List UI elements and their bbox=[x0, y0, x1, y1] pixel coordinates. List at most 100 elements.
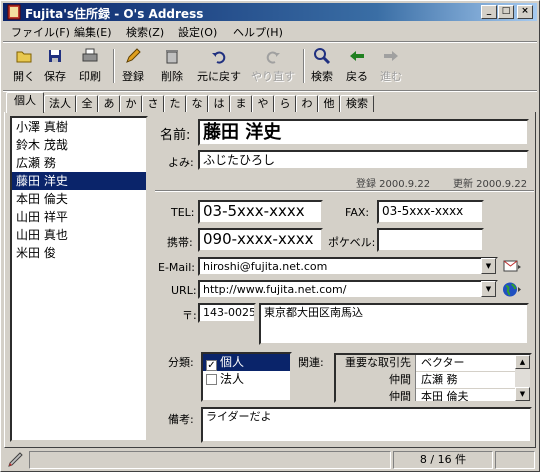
undo-button[interactable]: 元に戻す bbox=[195, 47, 243, 87]
tab-other[interactable]: 他 bbox=[318, 95, 340, 112]
menu-bar: ファイル(F) 編集(E) 検索(Z) 設定(O) ヘルプ(H) bbox=[3, 22, 537, 40]
toolbar-separator bbox=[303, 49, 305, 83]
tab-sa[interactable]: さ bbox=[142, 95, 164, 112]
tab-corporate[interactable]: 法人 bbox=[44, 95, 76, 112]
tab-ka[interactable]: か bbox=[120, 95, 142, 112]
redo-arrow-icon bbox=[266, 51, 280, 64]
category-item-personal[interactable]: ✓ 個人 bbox=[203, 354, 290, 371]
url-field[interactable]: http://www.fujita.net.com/ bbox=[198, 280, 498, 299]
tab-na[interactable]: な bbox=[186, 95, 208, 112]
open-button[interactable]: 開く bbox=[11, 47, 37, 87]
trash-icon bbox=[166, 50, 178, 64]
menu-help[interactable]: ヘルプ(H) bbox=[233, 24, 283, 40]
list-item-selected[interactable]: 藤田 洋史 bbox=[12, 172, 146, 190]
address-book-icon bbox=[7, 4, 21, 20]
back-arrow-icon bbox=[350, 51, 364, 61]
toolbar-separator bbox=[113, 49, 115, 83]
status-panel-main bbox=[29, 451, 391, 469]
notes-field[interactable]: ライダーだよ bbox=[201, 407, 532, 443]
menu-search[interactable]: 検索(Z) bbox=[126, 24, 164, 40]
minimize-button[interactable]: _ bbox=[481, 5, 497, 19]
fax-field[interactable]: 03-5xxx-xxxx bbox=[377, 200, 484, 224]
tab-personal[interactable]: 個人 bbox=[6, 92, 44, 113]
menu-settings[interactable]: 設定(O) bbox=[178, 24, 217, 40]
mobile-field[interactable]: 090-xxxx-xxxx bbox=[198, 228, 323, 252]
category-label: 分類: bbox=[168, 356, 194, 369]
save-button[interactable]: 保存 bbox=[41, 47, 69, 87]
url-label: URL: bbox=[171, 284, 197, 297]
email-field[interactable]: hiroshi@fujita.net.com bbox=[198, 257, 498, 276]
category-list[interactable]: ✓ 個人 法人 bbox=[201, 352, 292, 402]
register-button[interactable]: 登録 bbox=[119, 47, 147, 87]
search-button[interactable]: 検索 bbox=[308, 47, 336, 87]
title-bar[interactable]: Fujita's住所録 - O's Address _ □ × bbox=[3, 3, 537, 21]
related-table[interactable]: 重要な取引先 ベクター 仲間 広瀬 務 仲間 本田 倫夫 ▲ ▼ bbox=[334, 353, 532, 403]
print-button[interactable]: 印刷 bbox=[75, 47, 105, 87]
globe-icon[interactable] bbox=[502, 281, 522, 298]
tel-label: TEL: bbox=[171, 206, 195, 219]
url-dropdown-button[interactable]: ▼ bbox=[481, 281, 496, 297]
list-item[interactable]: 広瀬 務 bbox=[12, 154, 146, 172]
maximize-button[interactable]: □ bbox=[498, 5, 514, 19]
tab-search[interactable]: 検索 bbox=[340, 95, 374, 112]
record-count: 8 / 16 件 bbox=[393, 451, 493, 469]
main-panel: 小澤 真樹 鈴木 茂哉 広瀬 務 藤田 洋史 本田 倫夫 山田 祥平 山田 真也… bbox=[4, 112, 536, 448]
close-button[interactable]: × bbox=[517, 5, 533, 19]
app-window: Fujita's住所録 - O's Address _ □ × ファイル(F) … bbox=[0, 0, 540, 472]
mobile-label: 携帯: bbox=[167, 236, 193, 249]
email-label: E-Mail: bbox=[158, 261, 195, 274]
forward-button[interactable]: 進む bbox=[377, 47, 405, 87]
table-row[interactable]: 仲間 広瀬 務 bbox=[336, 372, 517, 389]
forward-arrow-icon bbox=[384, 51, 398, 61]
tab-wa[interactable]: わ bbox=[296, 95, 318, 112]
list-item[interactable]: 山田 祥平 bbox=[12, 208, 146, 226]
list-item[interactable]: 山田 真也 bbox=[12, 226, 146, 244]
scroll-up-button[interactable]: ▲ bbox=[515, 355, 530, 369]
list-item[interactable]: 米田 俊 bbox=[12, 244, 146, 262]
name-field[interactable]: 藤田 洋史 bbox=[198, 119, 529, 146]
delete-button[interactable]: 削除 bbox=[157, 47, 187, 87]
table-row[interactable]: 重要な取引先 ベクター bbox=[336, 355, 517, 372]
magnifier-icon bbox=[314, 48, 331, 65]
checkbox-checked-icon[interactable]: ✓ bbox=[206, 360, 217, 371]
contact-list[interactable]: 小澤 真樹 鈴木 茂哉 広瀬 務 藤田 洋史 本田 倫夫 山田 祥平 山田 真也… bbox=[10, 116, 148, 442]
updated-date: 更新 2000.9.22 bbox=[453, 179, 528, 190]
mail-send-icon[interactable] bbox=[502, 258, 522, 274]
name-label: 名前: bbox=[160, 128, 191, 143]
tab-all[interactable]: 全 bbox=[76, 95, 98, 112]
fax-label: FAX: bbox=[345, 206, 370, 219]
tab-ma[interactable]: ま bbox=[230, 95, 252, 112]
list-item[interactable]: 小澤 真樹 bbox=[12, 118, 146, 136]
registered-date: 登録 2000.9.22 bbox=[356, 179, 431, 190]
scroll-down-button[interactable]: ▼ bbox=[515, 387, 530, 401]
category-item-corporate[interactable]: 法人 bbox=[203, 371, 290, 388]
redo-button[interactable]: やり直す bbox=[249, 47, 297, 87]
list-item[interactable]: 本田 倫夫 bbox=[12, 190, 146, 208]
back-button[interactable]: 戻る bbox=[343, 47, 371, 87]
menu-edit[interactable]: 編集(E) bbox=[74, 24, 112, 40]
pager-field[interactable] bbox=[377, 228, 484, 252]
divider bbox=[155, 190, 534, 192]
checkbox-icon[interactable] bbox=[206, 374, 217, 385]
yomi-field[interactable]: ふじたひろし bbox=[198, 150, 529, 170]
edit-pen-icon bbox=[8, 452, 23, 467]
pencil-icon bbox=[126, 48, 141, 63]
tab-ta[interactable]: た bbox=[164, 95, 186, 112]
menu-file[interactable]: ファイル(F) bbox=[11, 24, 70, 40]
tel-field[interactable]: 03-5xxx-xxxx bbox=[198, 200, 323, 224]
zip-field[interactable]: 143-0025 bbox=[198, 303, 256, 323]
list-item[interactable]: 鈴木 茂哉 bbox=[12, 136, 146, 154]
tab-a[interactable]: あ bbox=[98, 95, 120, 112]
index-tabs: 個人 法人 全 あ か さ た な は ま や ら わ 他 検索 bbox=[4, 92, 536, 113]
tab-ra[interactable]: ら bbox=[274, 95, 296, 112]
tab-ya[interactable]: や bbox=[252, 95, 274, 112]
email-dropdown-button[interactable]: ▼ bbox=[481, 258, 496, 274]
related-scrollbar[interactable]: ▲ ▼ bbox=[515, 355, 530, 401]
table-row[interactable]: 仲間 本田 倫夫 bbox=[336, 389, 517, 401]
related-label: 関連: bbox=[298, 356, 324, 369]
address-field[interactable]: 東京都大田区南馬込 bbox=[259, 303, 529, 345]
tab-ha[interactable]: は bbox=[208, 95, 230, 112]
window-title: Fujita's住所録 - O's Address bbox=[25, 7, 204, 21]
yomi-label: よみ: bbox=[168, 156, 194, 169]
notes-label: 備考: bbox=[168, 413, 194, 426]
